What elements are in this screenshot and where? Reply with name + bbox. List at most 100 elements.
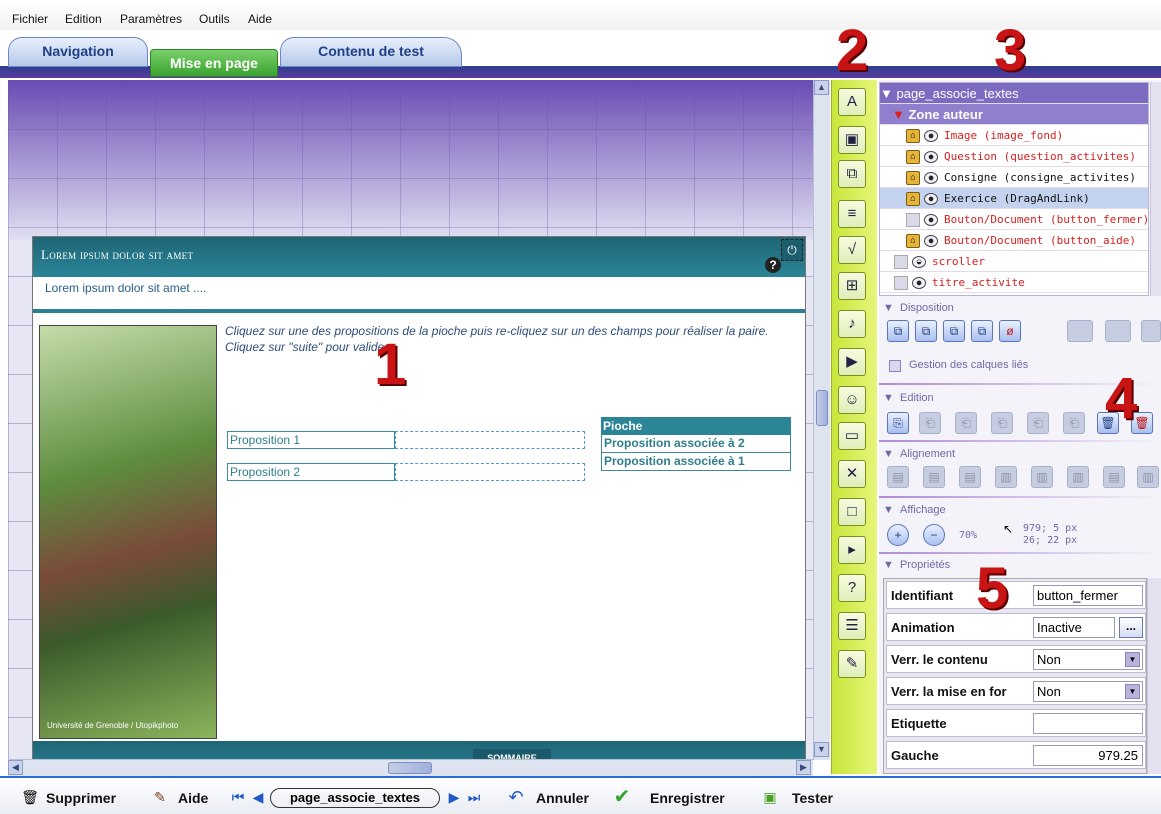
disabled-layer-button[interactable] — [1141, 320, 1161, 342]
scroll-left-icon[interactable]: ◀ — [8, 760, 23, 775]
lock-icon[interactable]: ⌂ — [906, 150, 920, 164]
section-proprietes[interactable]: ▼ Propriétés — [883, 559, 950, 571]
table-tool-icon[interactable]: ⊞ — [838, 272, 866, 300]
disabled-tool-icon[interactable]: ✕ — [838, 460, 866, 488]
bring-forward-icon[interactable]: ⧉ — [915, 320, 937, 342]
etiquette-field[interactable] — [1033, 713, 1143, 734]
text-tool-icon[interactable]: A — [838, 88, 866, 116]
monitor-icon[interactable]: ▣ — [760, 787, 780, 807]
annuler-button[interactable]: Annuler — [536, 790, 589, 806]
drop-zone-2[interactable] — [395, 463, 585, 481]
scroll-down-icon[interactable]: ▼ — [814, 742, 829, 757]
lock-icon[interactable]: ⌂ — [906, 234, 920, 248]
eye-icon[interactable]: ● — [924, 214, 938, 226]
list-tool-icon[interactable]: ≡ — [838, 200, 866, 228]
formula-tool-icon[interactable]: √ — [838, 236, 866, 264]
send-back-icon[interactable]: ⧉ — [971, 320, 993, 342]
power-icon[interactable]: ⏻ — [781, 239, 803, 261]
next-page-icon[interactable]: ▶ — [444, 787, 464, 807]
tester-button[interactable]: Tester — [792, 790, 833, 806]
section-disposition[interactable]: ▼ Disposition — [883, 302, 954, 314]
unlink-icon[interactable]: ø — [999, 320, 1021, 342]
tree-root[interactable]: ▼ page_associe_textes — [880, 83, 1148, 104]
lock-icon[interactable]: ⌂ — [906, 129, 920, 143]
pioche-item[interactable]: Proposition associée à 2 — [601, 435, 791, 453]
eye-icon[interactable]: ● — [924, 130, 938, 142]
shape-tool-icon[interactable]: □ — [838, 498, 866, 526]
aide-button[interactable]: Aide — [178, 790, 208, 806]
unlock-placeholder[interactable] — [894, 255, 908, 269]
disabled-layer-button[interactable] — [1067, 320, 1093, 342]
undo-icon[interactable]: ↶ — [506, 787, 526, 807]
sound-tool-icon[interactable]: ♪ — [838, 310, 866, 338]
eye-icon[interactable]: ● — [924, 172, 938, 184]
align-center-icon[interactable]: ▥ — [1031, 466, 1053, 488]
copy-icon[interactable]: ⎘ — [887, 412, 909, 434]
canvas-horizontal-scrollbar[interactable]: ◀ ▶ — [8, 759, 813, 776]
distribute-h-icon[interactable]: ▤ — [1103, 466, 1125, 488]
menu-outils[interactable]: Outils — [199, 12, 230, 26]
align-right-icon[interactable]: ▥ — [1067, 466, 1089, 488]
distribute-v-icon[interactable]: ▥ — [1137, 466, 1159, 488]
scroll-up-icon[interactable]: ▲ — [814, 80, 829, 95]
video-tool-icon[interactable]: ▶ — [838, 348, 866, 376]
tree-item[interactable]: ⌂ ● Image (image_fond) — [880, 125, 1148, 146]
chevron-down-icon[interactable]: ▼ — [1125, 652, 1140, 667]
calques-checkbox[interactable] — [889, 360, 901, 372]
page-selector[interactable]: page_associe_textes — [270, 788, 440, 808]
scroll-right-icon[interactable]: ▶ — [796, 760, 811, 775]
quiz-tool-icon[interactable]: ? — [838, 574, 866, 602]
page-title[interactable]: Lorem ipsum dolor sit amet — [41, 247, 193, 263]
paste-style-icon[interactable]: ⎗ — [991, 412, 1013, 434]
identifiant-field[interactable]: button_fermer — [1033, 585, 1143, 606]
tab-mise-en-page[interactable]: Mise en page — [150, 49, 278, 77]
lock-icon[interactable]: ⌂ — [906, 192, 920, 206]
tree-item[interactable]: ⌂ ● Bouton/Document (button_aide) — [880, 230, 1148, 251]
enregistrer-button[interactable]: Enregistrer — [650, 790, 725, 806]
collapse-icon[interactable]: ▼ — [892, 107, 908, 122]
paste-link-icon[interactable]: ⎗ — [1027, 412, 1049, 434]
bring-front-icon[interactable]: ⧉ — [887, 320, 909, 342]
duplicate-icon[interactable]: ⎗ — [1063, 412, 1085, 434]
paste-icon[interactable]: ⎗ — [919, 412, 941, 434]
proposition-1[interactable]: Proposition 1 — [227, 431, 395, 449]
first-page-icon[interactable]: ⏮ — [228, 787, 248, 807]
horizontal-scroll-thumb[interactable] — [388, 762, 432, 774]
section-alignement[interactable]: ▼ Alignement — [883, 448, 955, 460]
gauche-field[interactable]: 979.25 — [1033, 745, 1143, 766]
lock-icon[interactable]: ⌂ — [906, 171, 920, 185]
bullet-list-tool-icon[interactable]: ☰ — [838, 612, 866, 640]
slider-tool-icon[interactable]: ▭ — [838, 422, 866, 450]
disabled-layer-button[interactable] — [1105, 320, 1131, 342]
tree-item[interactable]: ● Bouton/Document (button_fermer) — [880, 209, 1148, 230]
animation-field[interactable]: Inactive — [1033, 617, 1115, 638]
align-bottom-icon[interactable]: ▤ — [959, 466, 981, 488]
menu-fichier[interactable]: Fichier — [12, 12, 48, 26]
chevron-down-icon[interactable]: ▼ — [1125, 684, 1140, 699]
pioche-item[interactable]: Proposition associée à 1 — [601, 453, 791, 471]
background-photo[interactable] — [39, 325, 217, 739]
unlock-placeholder[interactable] — [906, 213, 920, 227]
tree-item[interactable]: ◒ scroller — [880, 251, 1148, 272]
menu-parametres[interactable]: Paramètres — [120, 12, 182, 26]
animation-more-button[interactable]: ... — [1119, 617, 1143, 638]
check-icon[interactable]: ✔ — [612, 787, 632, 807]
menu-aide[interactable]: Aide — [248, 12, 272, 26]
drop-zone-1[interactable] — [395, 431, 585, 449]
button-tool-icon[interactable]: ▸ — [838, 536, 866, 564]
zoom-in-icon[interactable]: + — [887, 524, 909, 546]
page-mockup[interactable]: Lorem ipsum dolor sit amet ? ⏻ Lorem ips… — [32, 236, 806, 760]
prev-page-icon[interactable]: ◀ — [248, 787, 268, 807]
section-edition[interactable]: ▼ Edition — [883, 392, 934, 404]
align-top-icon[interactable]: ▤ — [887, 466, 909, 488]
layer-tree[interactable]: ▼ page_associe_textes ▼ Zone auteur ⌂ ● Im… — [879, 82, 1149, 296]
menu-edition[interactable]: Edition — [65, 12, 102, 26]
smiley-tool-icon[interactable]: ☺ — [838, 386, 866, 414]
layout-canvas[interactable]: Lorem ipsum dolor sit amet ? ⏻ Lorem ips… — [8, 80, 820, 760]
vertical-scroll-thumb[interactable] — [816, 390, 828, 426]
eye-icon[interactable]: ● — [912, 277, 926, 289]
instructions-text[interactable]: Cliquez sur une des propositions de la p… — [225, 323, 785, 355]
tree-item[interactable]: ● titre_activite — [880, 272, 1148, 293]
collapse-icon[interactable]: ▼ — [880, 86, 896, 101]
tab-contenu-de-test[interactable]: Contenu de test — [280, 37, 462, 67]
